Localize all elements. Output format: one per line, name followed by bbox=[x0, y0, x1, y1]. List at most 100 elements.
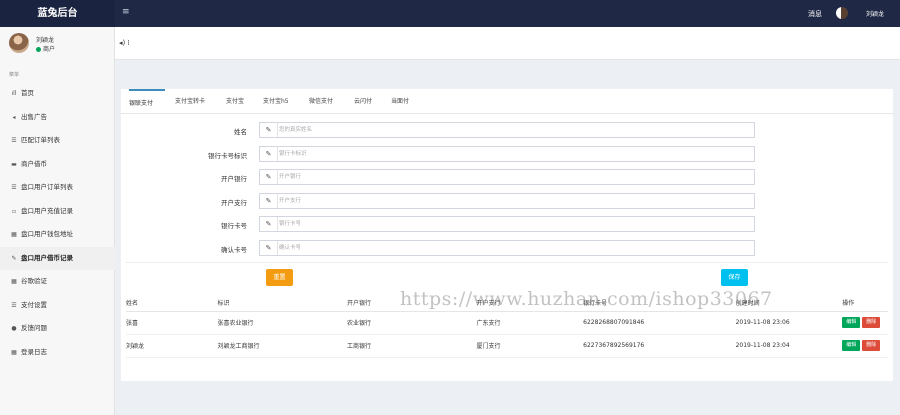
sidebar-item-label: 商户借币 bbox=[21, 159, 47, 168]
lock-icon: ▫ bbox=[11, 207, 17, 215]
form-label: 银行卡号标识 bbox=[208, 151, 247, 160]
chart-icon: ıll bbox=[11, 90, 17, 97]
sidebar-item[interactable]: ☰ 盘口用户订单列表 bbox=[0, 176, 115, 200]
tab-payment-method[interactable]: 支付宝转卡 bbox=[175, 89, 205, 114]
cell-branch: 厦门支行 bbox=[476, 334, 584, 358]
nav-section-title: 菜单 bbox=[9, 72, 20, 78]
online-dot-icon bbox=[36, 47, 41, 52]
sidebar-item[interactable]: ☰ 支付设置 bbox=[0, 294, 115, 318]
sidebar-item-label: 盘口用户借币记录 bbox=[21, 253, 73, 262]
edit-button[interactable]: 编辑 bbox=[842, 340, 861, 351]
pencil-icon: ✎ bbox=[260, 217, 278, 231]
list-icon: ☰ bbox=[11, 137, 17, 144]
brand-logo[interactable]: 蓝兔后台 bbox=[0, 0, 115, 27]
sidebar-item-label: 登录日志 bbox=[21, 347, 47, 356]
form-input-group: ✎ bbox=[259, 122, 755, 138]
form-input[interactable] bbox=[279, 241, 749, 254]
sidebar-item[interactable]: ▦ 登录日志 bbox=[0, 341, 115, 365]
column-header: 姓名 bbox=[126, 294, 218, 312]
messages-link[interactable]: 消息 bbox=[808, 9, 822, 19]
form-input-group: ✎ bbox=[259, 169, 755, 185]
sidebar-item[interactable]: ● 反馈问题 bbox=[0, 317, 115, 341]
sidebar-item[interactable]: ✎ 盘口用户借币记录 bbox=[0, 246, 115, 270]
sidebar-item-label: 谷歌验证 bbox=[21, 277, 47, 285]
cell-branch: 广东支行 bbox=[476, 311, 584, 335]
tab-payment-method[interactable]: 支付宝h5 bbox=[263, 89, 289, 114]
form-input[interactable] bbox=[279, 218, 749, 230]
cell-tag: 刘颖龙工商银行 bbox=[217, 334, 347, 358]
sidebar: 刘颖龙 商户 菜单 ıll 首页 ◂ 出售广告 ☰ 匹配订单列表 ▬ 商户借币 ☰ 盘口用户订单列… bbox=[0, 27, 115, 415]
content-header: ◂) ⁞ bbox=[115, 27, 900, 60]
pencil-icon: ✎ bbox=[260, 193, 278, 208]
top-user-name[interactable]: 刘颖龙 bbox=[866, 9, 884, 18]
form-input[interactable] bbox=[279, 194, 749, 207]
sidebar-item[interactable]: ☰ 匹配订单列表 bbox=[0, 129, 115, 153]
top-navbar: 蓝兔后台 ≡ 消息 刘颖龙 bbox=[0, 0, 900, 27]
reset-button[interactable]: 重置 bbox=[266, 269, 293, 286]
user-panel: 刘颖龙 商户 bbox=[0, 27, 115, 62]
sidebar-item-label: 出售广告 bbox=[21, 112, 47, 121]
tab-payment-method[interactable]: 微信支付 bbox=[309, 89, 333, 114]
form-input-group: ✎ bbox=[259, 239, 755, 256]
form-input-group: ✎ bbox=[259, 192, 755, 209]
grid-icon: ▦ bbox=[11, 231, 17, 238]
cell-actions: 编辑 删除 bbox=[842, 334, 888, 358]
form-label: 银行卡号 bbox=[221, 222, 247, 230]
tab-payment-method[interactable]: 支付宝 bbox=[226, 89, 244, 114]
cell-created: 2019-11-08 23:06 bbox=[735, 311, 843, 335]
grid-icon: ▦ bbox=[11, 348, 17, 356]
form-label: 确认卡号 bbox=[221, 245, 247, 254]
volume-icon[interactable]: ◂) ⁞ bbox=[119, 39, 130, 47]
form-input[interactable] bbox=[279, 171, 749, 183]
form-label: 开户银行 bbox=[221, 175, 247, 183]
payment-tabs: 银联支付 支付宝转卡 支付宝 支付宝h5 微信支付 云闪付 当面付 bbox=[121, 89, 893, 114]
sidebar-item-label: 盘口用户钱包地址 bbox=[21, 230, 73, 238]
avatar bbox=[9, 33, 29, 53]
form-input-group: ✎ bbox=[259, 216, 755, 232]
delete-button[interactable]: 删除 bbox=[862, 340, 881, 351]
cell-name: 刘颖龙 bbox=[126, 334, 218, 358]
menu-toggle-icon[interactable]: ≡ bbox=[122, 8, 131, 17]
cell-tag: 张喜农业银行 bbox=[217, 311, 347, 335]
user-status: 商户 bbox=[36, 44, 55, 53]
user-avatar-icon[interactable] bbox=[836, 7, 848, 19]
edit-icon: ✎ bbox=[11, 254, 17, 262]
cell-card: 6228268807091846 bbox=[583, 311, 736, 335]
watermark: https://www.huzhan.com/ishop33067 bbox=[400, 288, 773, 310]
sidebar-item[interactable]: ▦ 盘口用户钱包地址 bbox=[0, 223, 115, 247]
sidebar-item[interactable]: ▦ 谷歌验证 bbox=[0, 270, 115, 294]
cell-name: 张喜 bbox=[126, 311, 218, 335]
delete-button[interactable]: 删除 bbox=[862, 317, 881, 328]
cell-created: 2019-11-08 23:04 bbox=[735, 334, 843, 358]
table-row: 张喜 张喜农业银行 农业银行 广东支行 6228268807091846 2019-11-… bbox=[126, 311, 888, 335]
sidebar-item[interactable]: ▫ 盘口用户充值记录 bbox=[0, 200, 115, 224]
sidebar-item-label: 反馈问题 bbox=[21, 324, 47, 332]
bullhorn-icon: ◂ bbox=[12, 113, 16, 121]
edit-button[interactable]: 编辑 bbox=[842, 317, 861, 328]
list-icon: ☰ bbox=[11, 184, 17, 191]
sidebar-nav: ıll 首页 ◂ 出售广告 ☰ 匹配订单列表 ▬ 商户借币 ☰ 盘口用户订单列表 ▫ 盘口用户充值记录… bbox=[0, 82, 115, 364]
sidebar-item[interactable]: ▬ 商户借币 bbox=[0, 153, 115, 177]
cell-bank: 工商银行 bbox=[346, 334, 477, 358]
pencil-icon: ✎ bbox=[260, 240, 278, 255]
column-header: 操作 bbox=[842, 294, 888, 312]
comment-icon: ● bbox=[11, 325, 17, 332]
payment-settings-card: 银联支付支付宝转卡 支付宝 支付宝h5 微信支付 云闪付 当面付 姓名 ✎ 银行卡号标识 ✎ 开户… bbox=[121, 89, 893, 381]
sidebar-item-label: 首页 bbox=[21, 89, 34, 97]
pencil-icon: ✎ bbox=[260, 146, 278, 161]
form-divider bbox=[126, 262, 888, 263]
sidebar-item-label: 匹配订单列表 bbox=[21, 136, 60, 144]
save-button[interactable]: 保存 bbox=[721, 269, 748, 286]
form-input[interactable] bbox=[279, 147, 749, 160]
table-row: 刘颖龙 刘颖龙工商银行 工商银行 厦门支行 6227367892569176 2019-1… bbox=[126, 334, 888, 358]
tab-payment-method[interactable]: 当面付 bbox=[391, 89, 409, 114]
pencil-icon: ✎ bbox=[260, 123, 278, 137]
sidebar-item[interactable]: ıll 首页 bbox=[0, 82, 115, 106]
pencil-icon: ✎ bbox=[260, 170, 278, 184]
cell-actions: 编辑 删除 bbox=[842, 311, 888, 335]
sidebar-user-name: 刘颖龙 bbox=[36, 37, 55, 44]
tab-payment-method[interactable]: 云闪付 bbox=[354, 89, 372, 114]
form-input[interactable] bbox=[279, 124, 749, 136]
sidebar-item[interactable]: ◂ 出售广告 bbox=[0, 106, 115, 130]
tab-payment-method[interactable]: 银联支付 bbox=[129, 89, 165, 114]
